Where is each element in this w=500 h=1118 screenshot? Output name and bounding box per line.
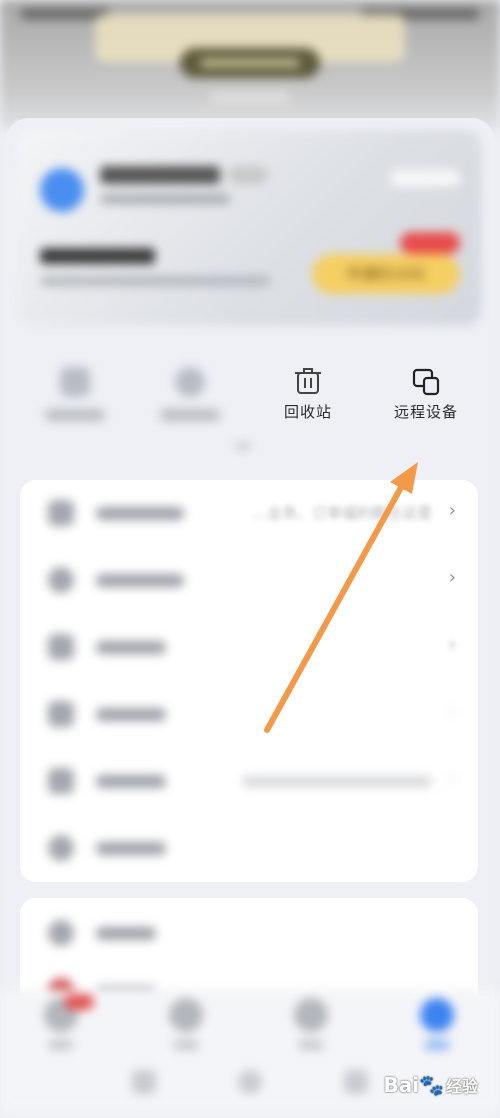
watermark-suffix: 经验: [445, 1077, 478, 1096]
tab-shared[interactable]: [270, 998, 350, 1058]
quick-action-recent[interactable]: [130, 355, 250, 435]
share-icon: [294, 998, 328, 1032]
quick-action-recycle-bin[interactable]: 回收站: [248, 355, 368, 435]
notification-badge: [64, 994, 94, 1010]
membership-title: [40, 248, 155, 264]
open-vip-button[interactable]: 开通仅10元: [312, 254, 460, 294]
watermark-brand: Bai: [383, 1073, 420, 1097]
tab-label: [173, 1040, 199, 1050]
quick-action-label: [160, 409, 220, 421]
menu-row-promo: …业务、订单福利都在这里: [251, 504, 432, 522]
recent-apps-icon[interactable]: [344, 1070, 368, 1094]
trash-icon: [295, 368, 321, 394]
chevron-right-icon: ›: [448, 768, 456, 789]
membership-subtitle: [40, 276, 270, 286]
chevron-right-icon: ›: [448, 500, 456, 521]
user-icon: [420, 998, 454, 1032]
home-nav-icon[interactable]: [238, 1070, 262, 1094]
menu-row-label: [96, 775, 166, 788]
folder-icon: [169, 998, 203, 1032]
card-icon: [48, 500, 74, 526]
user-subtitle: [100, 194, 230, 204]
chevron-right-icon: ›: [448, 701, 456, 722]
menu-row-label: [96, 927, 156, 940]
user-name: [100, 166, 220, 184]
settings-icon: [48, 768, 74, 794]
paw-icon: 🐾: [419, 1073, 444, 1097]
menu-row-label: [96, 641, 166, 654]
banner-subtitle: [210, 92, 290, 102]
help-icon: [48, 835, 74, 861]
quick-actions: 回收站 远程设备: [0, 355, 500, 445]
top-banner: [0, 0, 500, 130]
menu-list: …业务、订单福利都在这里 › › › › ›: [20, 480, 478, 882]
menu-row-promo: [242, 776, 432, 787]
avatar[interactable]: [40, 168, 84, 212]
quick-action-download[interactable]: [15, 355, 135, 435]
promo-badge: [400, 232, 460, 254]
menu-row-4[interactable]: ›: [20, 681, 478, 747]
account-card[interactable]: 开通仅10元: [18, 130, 482, 326]
menu-row-label: [96, 507, 184, 520]
menu-row-label: [96, 708, 166, 721]
chevron-right-icon: ›: [448, 634, 456, 655]
tab-label: [424, 1040, 450, 1050]
back-icon[interactable]: [132, 1070, 156, 1094]
menu-row-3[interactable]: ›: [20, 614, 478, 680]
menu-row-5[interactable]: ›: [20, 748, 478, 814]
remote-devices-icon: [412, 368, 440, 396]
expand-handle[interactable]: [236, 444, 250, 448]
quick-action-label: [45, 409, 105, 421]
download-icon: [60, 367, 90, 397]
card-link[interactable]: [390, 170, 460, 186]
menu-row-2[interactable]: ›: [20, 547, 478, 613]
search-icon: [48, 920, 74, 946]
tab-label: [48, 1040, 74, 1050]
chevron-right-icon: ›: [448, 567, 456, 588]
menu-row-label: [96, 574, 184, 587]
menu-row-orders[interactable]: …业务、订单福利都在这里 ›: [20, 480, 478, 546]
banner-button[interactable]: [180, 48, 320, 78]
quick-action-label: 回收站: [283, 403, 332, 421]
menu-row-6[interactable]: [20, 815, 478, 881]
video-icon: [48, 701, 74, 727]
tab-me[interactable]: [396, 998, 476, 1058]
quick-action-label: 远程设备: [393, 403, 458, 421]
clock-icon: [175, 367, 205, 397]
gift-icon: [48, 567, 74, 593]
user-level-badge: [228, 166, 268, 184]
bag-icon: [48, 634, 74, 660]
menu-row-label: [96, 842, 166, 855]
watermark-logo: Bai🐾 经验: [383, 1073, 478, 1097]
tab-home[interactable]: [20, 994, 100, 1058]
tab-label: [298, 1040, 324, 1050]
tab-files[interactable]: [145, 998, 225, 1058]
quick-action-remote-devices[interactable]: 远程设备: [366, 355, 486, 435]
